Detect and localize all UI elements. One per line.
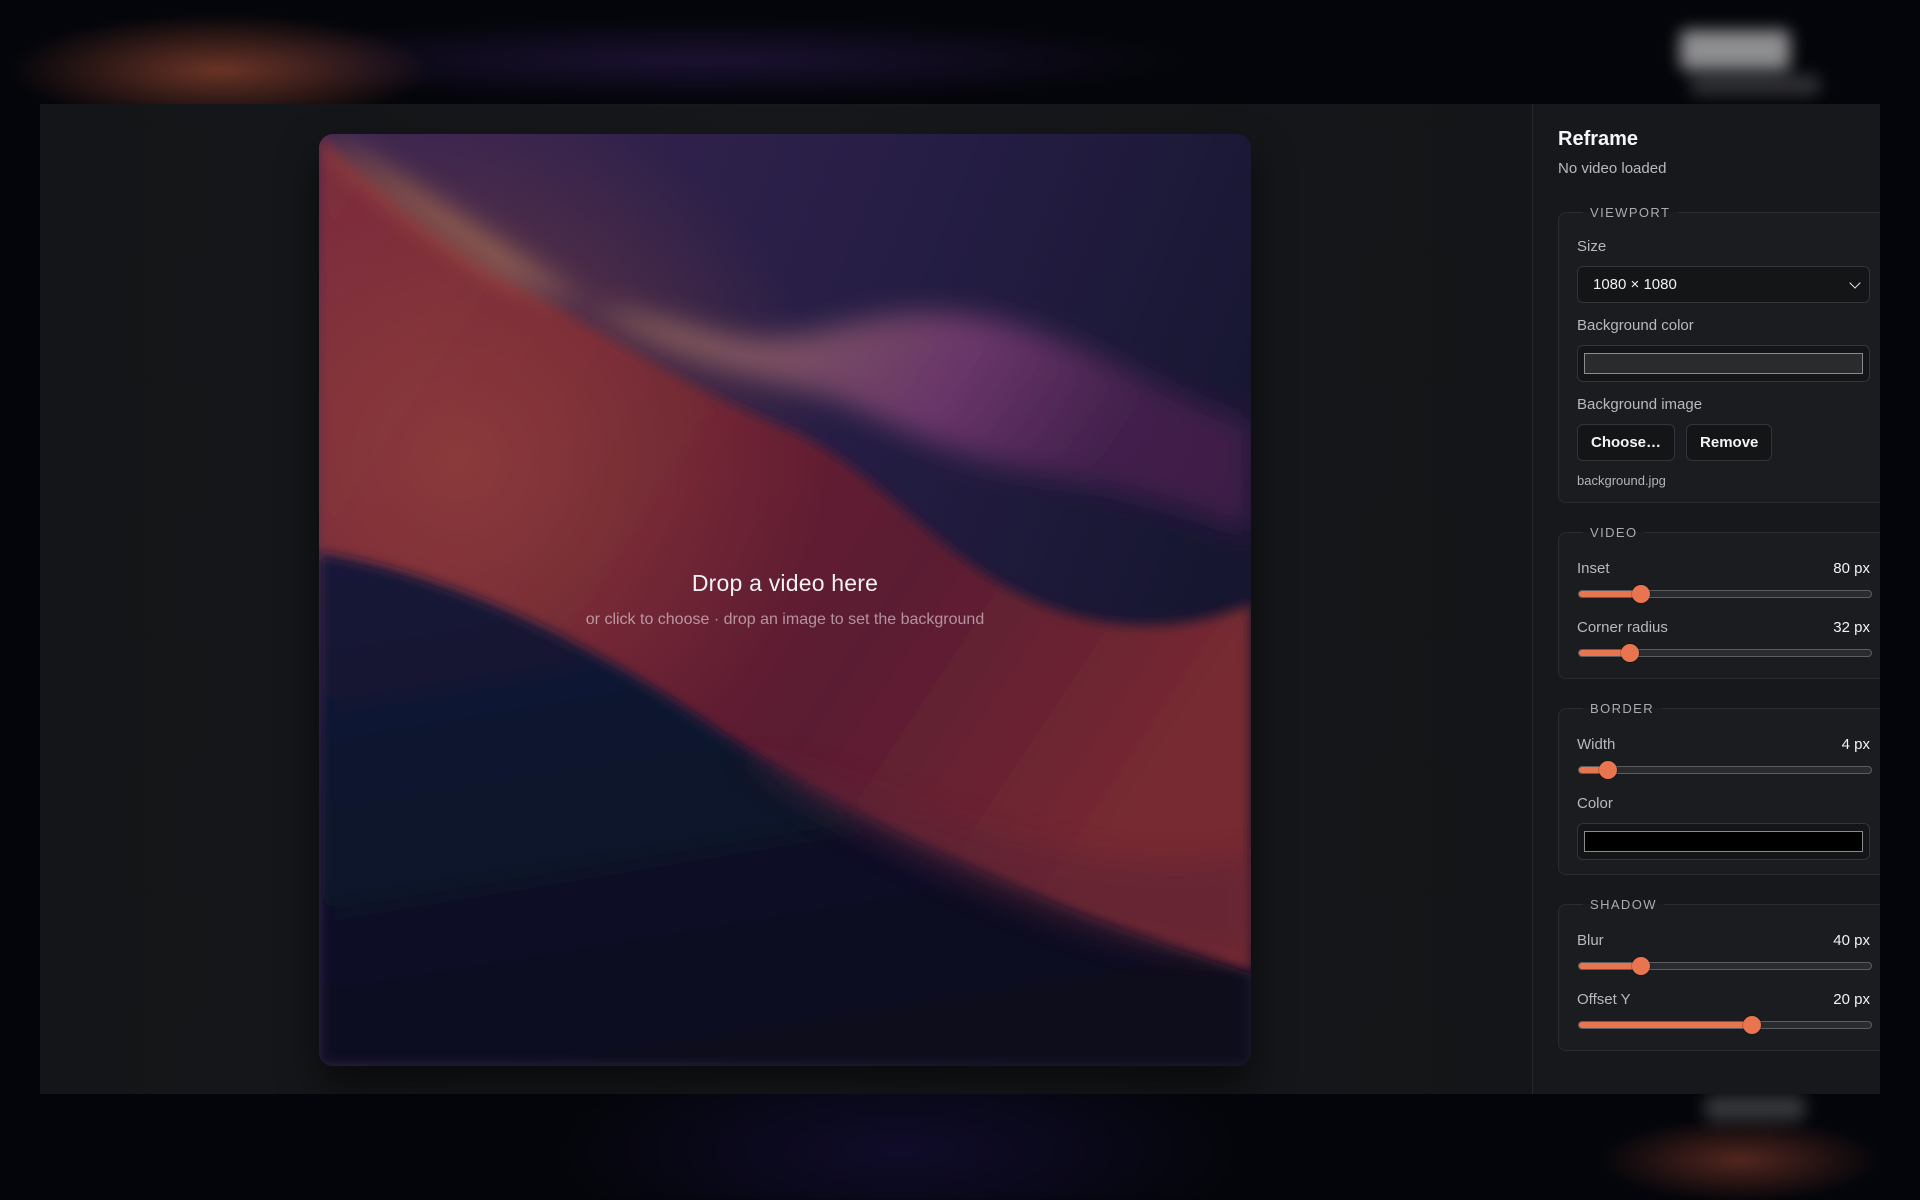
dropzone-title: Drop a video here	[691, 570, 879, 596]
shadow-legend: SHADOW	[1590, 897, 1657, 912]
slider-thumb[interactable]	[1621, 644, 1640, 662]
video-legend: VIDEO	[1590, 525, 1638, 540]
slider-thumb[interactable]	[1743, 1016, 1762, 1034]
blurred-background-window	[1705, 1095, 1805, 1121]
video-status: No video loaded	[1558, 160, 1667, 177]
chevron-down-icon	[1849, 276, 1861, 289]
inset-slider[interactable]	[1577, 583, 1872, 605]
choose-background-button[interactable]: Choose…	[1577, 424, 1676, 461]
inset-value: 80 px	[1833, 560, 1870, 577]
slider-thumb[interactable]	[1632, 585, 1651, 603]
border-group: BORDER Width 4 px Color	[1558, 701, 1880, 875]
border-color-swatch	[1584, 831, 1863, 852]
blurred-background-window	[1690, 75, 1820, 95]
border-color-picker[interactable]	[1577, 823, 1870, 860]
border-color-label: Color	[1577, 795, 1613, 812]
slider-thumb[interactable]	[1632, 957, 1651, 975]
size-label: Size	[1577, 238, 1607, 255]
border-width-value: 4 px	[1841, 736, 1870, 753]
shadow-offset-y-value: 20 px	[1833, 991, 1870, 1008]
shadow-offset-y-label: Offset Y	[1577, 991, 1631, 1008]
corner-radius-slider[interactable]	[1577, 642, 1872, 664]
border-width-label: Width	[1577, 736, 1616, 753]
size-select-value: 1080 × 1080	[1593, 276, 1677, 293]
size-select[interactable]: 1080 × 1080	[1577, 266, 1870, 303]
background-color-label: Background color	[1577, 317, 1694, 334]
inset-label: Inset	[1577, 560, 1610, 577]
video-dropzone[interactable]: Drop a video here or click to choose · d…	[319, 134, 1251, 1066]
shadow-group: SHADOW Blur 40 px Offset Y 20 px	[1558, 897, 1880, 1051]
viewport-group: VIEWPORT Size 1080 × 1080 Background col…	[1558, 205, 1880, 503]
corner-radius-label: Corner radius	[1577, 619, 1668, 636]
dropzone-subtitle: or click to choose · drop an image to se…	[585, 611, 985, 628]
shadow-blur-value: 40 px	[1833, 932, 1870, 949]
remove-background-button[interactable]: Remove	[1686, 424, 1773, 461]
slider-thumb[interactable]	[1599, 761, 1618, 779]
preview-stage: Drop a video here or click to choose · d…	[40, 104, 1532, 1094]
shadow-blur-label: Blur	[1577, 932, 1604, 949]
background-file-name: background.jpg	[1577, 473, 1666, 488]
dropzone-text: Drop a video here or click to choose · d…	[319, 570, 1251, 629]
corner-radius-value: 32 px	[1833, 619, 1870, 636]
border-width-slider[interactable]	[1577, 759, 1872, 781]
app-window: Drop a video here or click to choose · d…	[40, 104, 1880, 1094]
blurred-background-window	[1680, 30, 1790, 70]
video-group: VIDEO Inset 80 px Corner radius 32 px	[1558, 525, 1880, 679]
shadow-blur-slider[interactable]	[1577, 955, 1872, 977]
app-title: Reframe	[1558, 128, 1639, 150]
border-legend: BORDER	[1590, 701, 1655, 716]
shadow-offset-y-slider[interactable]	[1577, 1014, 1872, 1036]
settings-panel: Reframe No video loaded VIEWPORT Size 10…	[1532, 104, 1880, 1094]
background-color-swatch	[1584, 353, 1863, 374]
background-image-label: Background image	[1577, 396, 1703, 413]
background-color-picker[interactable]	[1577, 345, 1870, 382]
viewport-legend: VIEWPORT	[1590, 205, 1671, 220]
